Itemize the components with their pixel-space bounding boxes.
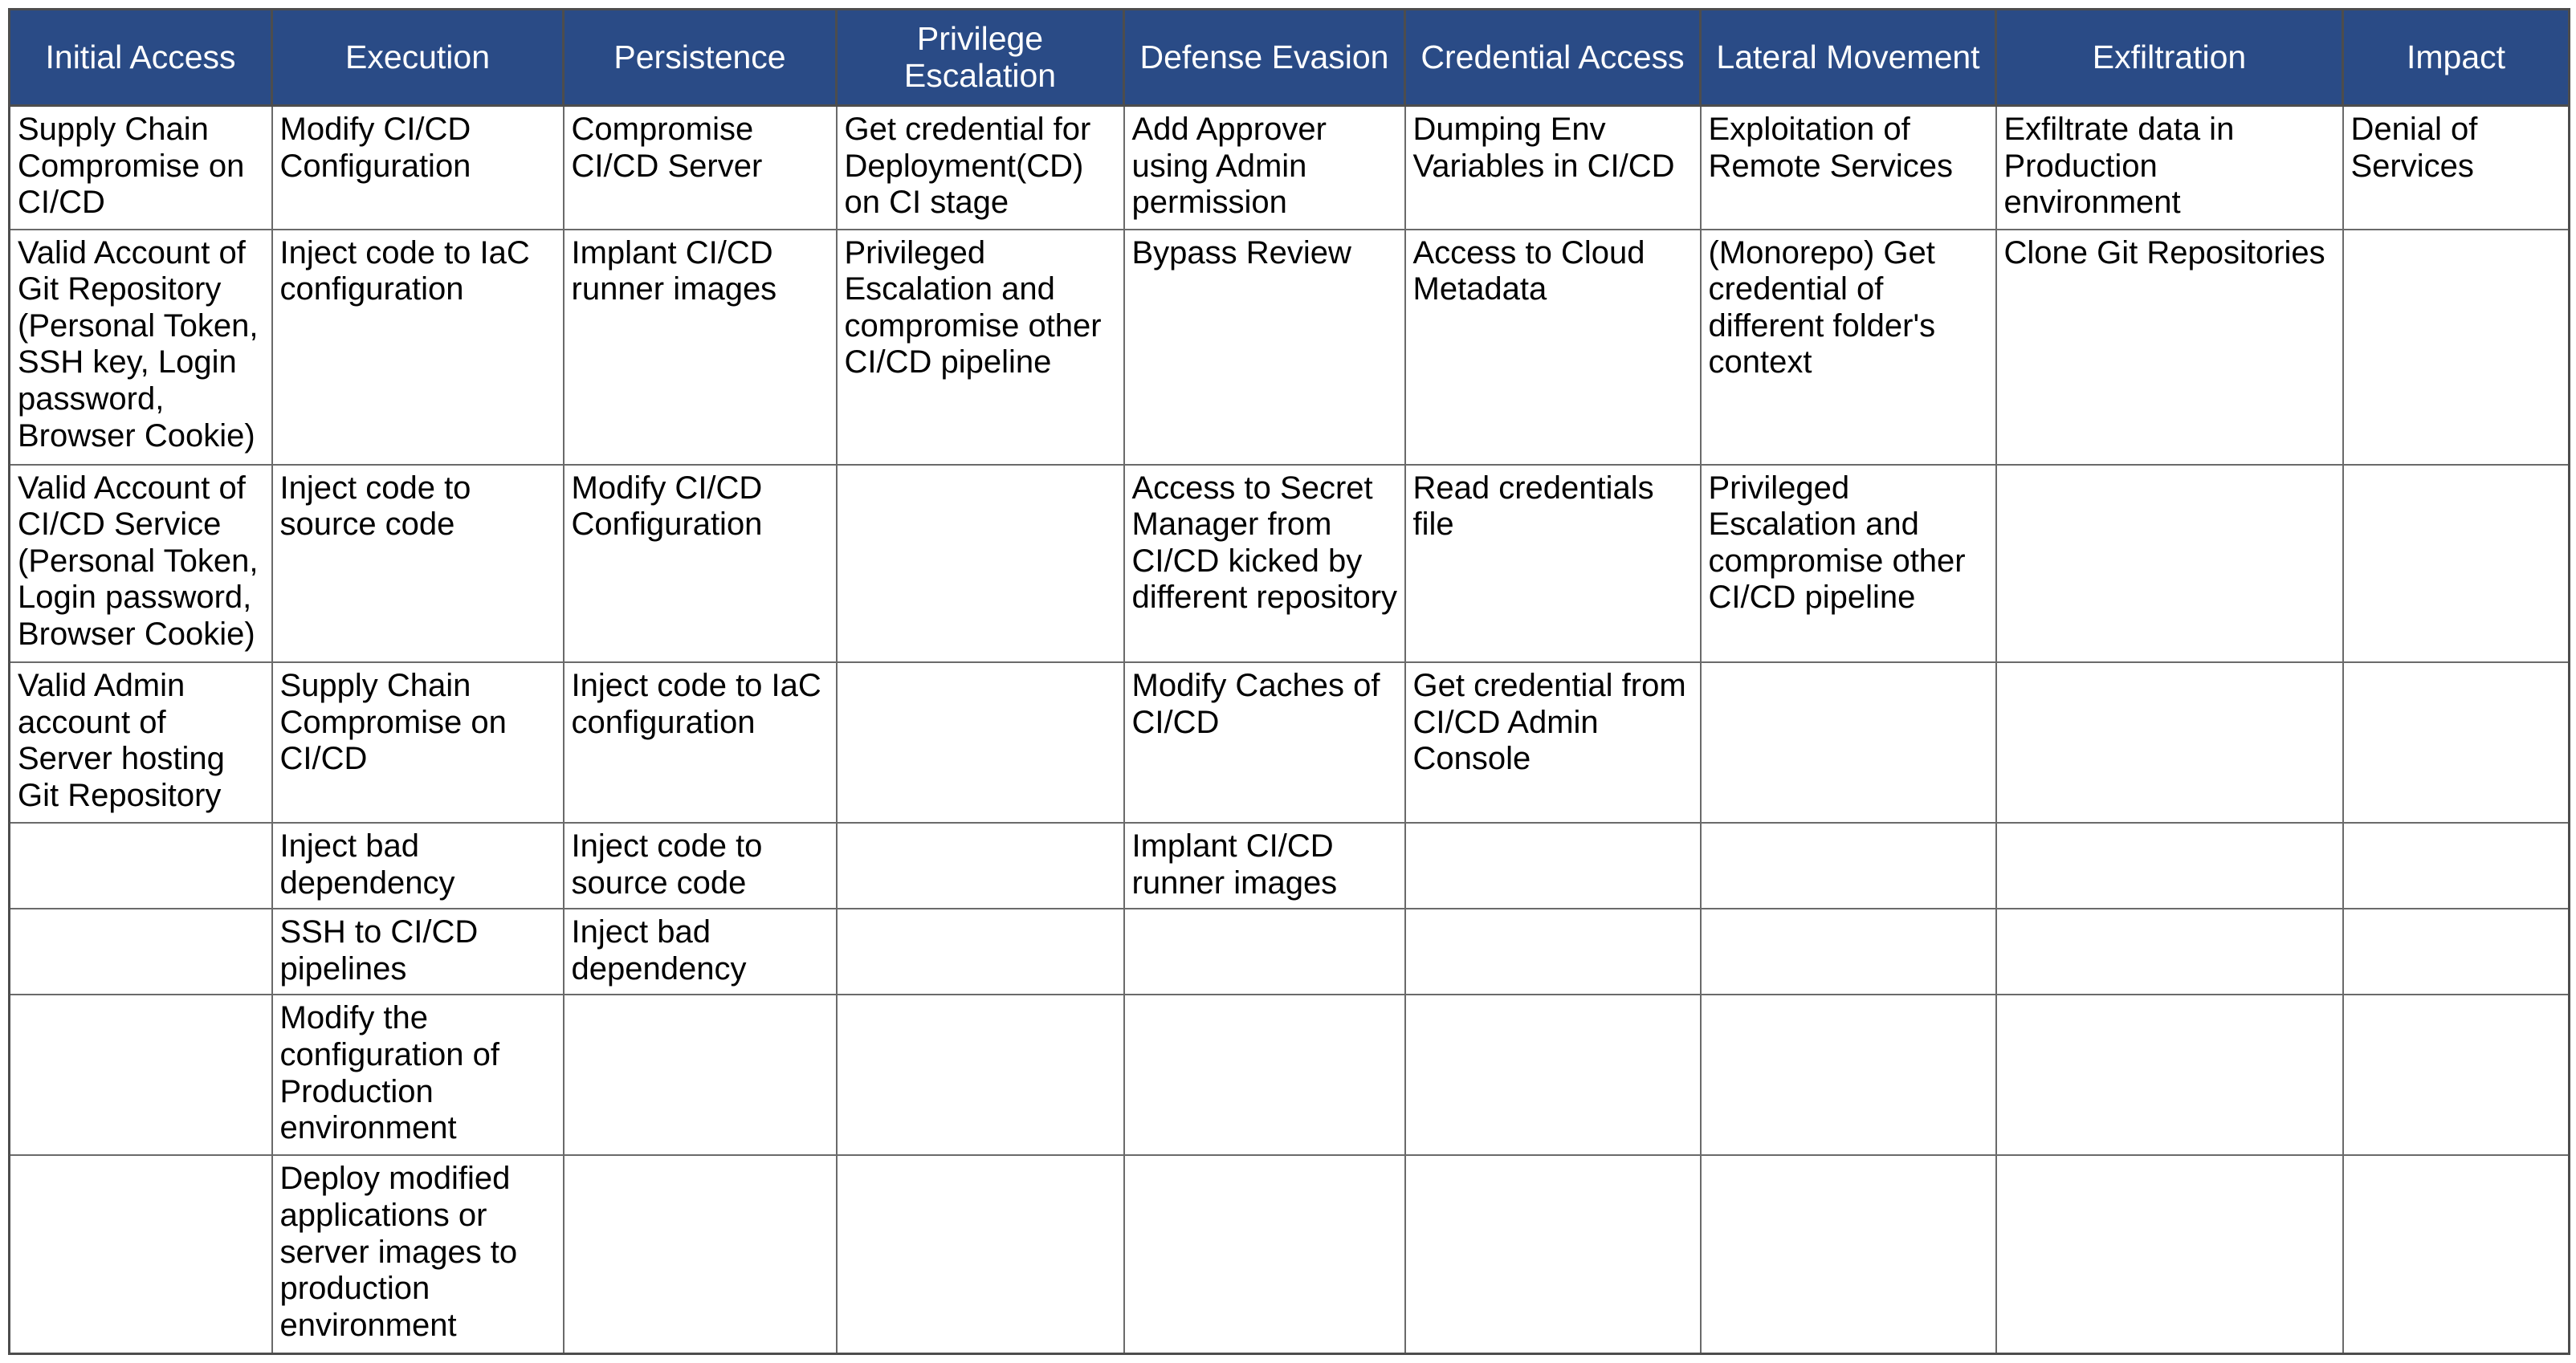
table-cell: Privileged Escalation and compromise oth… (1699, 463, 1997, 664)
table-cell (1699, 822, 1997, 910)
column-header-credential-access: Credential Access (1404, 8, 1702, 107)
matrix-header: Initial Access Execution Persistence Pri… (8, 8, 2570, 107)
table-cell (8, 1154, 273, 1355)
table-cell (835, 908, 1125, 996)
table-cell (1699, 908, 1997, 996)
table-cell: Read credentials file (1404, 463, 1702, 664)
table-cell: Clone Git Repositories (1995, 228, 2344, 466)
table-cell: Implant CI/CD runner images (1123, 822, 1406, 910)
table-cell (2342, 994, 2570, 1157)
table-cell: Compromise CI/CD Server (562, 104, 838, 230)
table-row: Valid Account of CI/CD Service (Personal… (8, 463, 2570, 664)
column-header-lateral-movement: Lateral Movement (1699, 8, 1997, 107)
table-cell: Privileged Escalation and compromise oth… (835, 228, 1125, 466)
table-cell: Supply Chain Compromise on CI/CD (8, 104, 273, 230)
table-cell: Valid Account of CI/CD Service (Personal… (8, 463, 273, 664)
table-cell (1699, 661, 1997, 824)
table-cell: Inject bad dependency (271, 822, 565, 910)
table-cell (2342, 661, 2570, 824)
column-header-exfiltration: Exfiltration (1995, 8, 2344, 107)
table-cell (1123, 994, 1406, 1157)
table-cell (1123, 908, 1406, 996)
table-cell: Bypass Review (1123, 228, 1406, 466)
table-cell (835, 463, 1125, 664)
table-row: Inject bad dependency Inject code to sour… (8, 822, 2570, 910)
table-cell (2342, 908, 2570, 996)
table-cell (1404, 822, 1702, 910)
table-cell (2342, 1154, 2570, 1355)
attack-matrix-container: Initial Access Execution Persistence Pri… (8, 8, 2570, 1355)
table-cell (1404, 994, 1702, 1157)
table-cell: Add Approver using Admin permission (1123, 104, 1406, 230)
table-cell (8, 822, 273, 910)
table-cell (1404, 1154, 1702, 1355)
table-cell: Access to Cloud Metadata (1404, 228, 1702, 466)
table-cell: Modify CI/CD Configuration (271, 104, 565, 230)
table-cell (1995, 661, 2344, 824)
table-row: SSH to CI/CD pipelines Inject bad depende… (8, 908, 2570, 996)
table-cell (8, 908, 273, 996)
table-cell: Exfiltrate data in Production environmen… (1995, 104, 2344, 230)
table-cell: Inject code to source code (562, 822, 838, 910)
table-cell (1995, 994, 2344, 1157)
table-cell: Get credential from CI/CD Admin Console (1404, 661, 1702, 824)
table-cell: Access to Secret Manager from CI/CD kick… (1123, 463, 1406, 664)
table-cell: Inject code to IaC configuration (562, 661, 838, 824)
column-header-defense-evasion: Defense Evasion (1123, 8, 1406, 107)
table-cell: Modify the configuration of Production e… (271, 994, 565, 1157)
table-cell: Deploy modified applications or server i… (271, 1154, 565, 1355)
column-header-initial-access: Initial Access (8, 8, 273, 107)
attack-matrix-table: Initial Access Execution Persistence Pri… (8, 8, 2570, 1355)
table-cell: Modify CI/CD Configuration (562, 463, 838, 664)
table-cell (1995, 908, 2344, 996)
table-cell: Dumping Env Variables in CI/CD (1404, 104, 1702, 230)
table-cell (8, 994, 273, 1157)
table-row: Supply Chain Compromise on CI/CD Modify C… (8, 104, 2570, 230)
table-row: Valid Account of Git Repository (Persona… (8, 228, 2570, 466)
table-cell: Exploitation of Remote Services (1699, 104, 1997, 230)
table-cell: Inject code to IaC configuration (271, 228, 565, 466)
table-cell: Inject code to source code (271, 463, 565, 664)
table-cell (1699, 994, 1997, 1157)
table-cell: Implant CI/CD runner images (562, 228, 838, 466)
table-cell (835, 1154, 1125, 1355)
table-cell: Modify Caches of CI/CD (1123, 661, 1406, 824)
table-cell (1404, 908, 1702, 996)
table-cell: Valid Account of Git Repository (Persona… (8, 228, 273, 466)
table-cell (1699, 1154, 1997, 1355)
table-cell (1995, 822, 2344, 910)
table-cell (1995, 463, 2344, 664)
table-cell (2342, 228, 2570, 466)
table-row: Modify the configuration of Production e… (8, 994, 2570, 1157)
table-cell: Inject bad dependency (562, 908, 838, 996)
table-cell: Supply Chain Compromise on CI/CD (271, 661, 565, 824)
column-header-execution: Execution (271, 8, 565, 107)
table-cell: (Monorepo) Get credential of different f… (1699, 228, 1997, 466)
table-cell (835, 661, 1125, 824)
table-cell (562, 994, 838, 1157)
table-cell: SSH to CI/CD pipelines (271, 908, 565, 996)
table-cell (1123, 1154, 1406, 1355)
header-row: Initial Access Execution Persistence Pri… (8, 8, 2570, 107)
table-cell (1995, 1154, 2344, 1355)
table-row: Deploy modified applications or server i… (8, 1154, 2570, 1355)
column-header-impact: Impact (2342, 8, 2570, 107)
column-header-persistence: Persistence (562, 8, 838, 107)
table-cell (2342, 822, 2570, 910)
table-cell: Get credential for Deployment(CD) on CI … (835, 104, 1125, 230)
table-cell (2342, 463, 2570, 664)
table-row: Valid Admin account of Server hosting Gi… (8, 661, 2570, 824)
table-cell (835, 822, 1125, 910)
table-cell (835, 994, 1125, 1157)
column-header-privilege-escalation: Privilege Escalation (835, 8, 1125, 107)
table-cell: Denial of Services (2342, 104, 2570, 230)
table-cell (562, 1154, 838, 1355)
table-cell: Valid Admin account of Server hosting Gi… (8, 661, 273, 824)
matrix-body: Supply Chain Compromise on CI/CD Modify C… (8, 104, 2570, 1355)
